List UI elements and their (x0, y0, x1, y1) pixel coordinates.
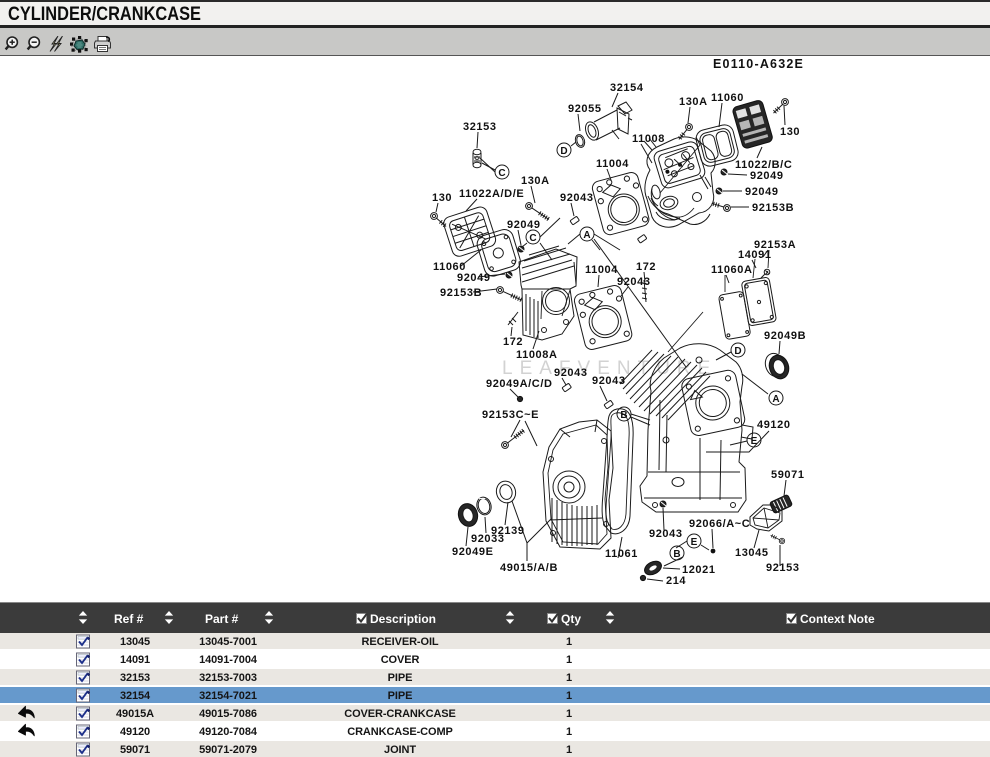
svg-text:130A: 130A (521, 175, 550, 187)
svg-text:A: A (772, 394, 779, 405)
svg-text:92043: 92043 (554, 367, 588, 379)
svg-text:C: C (498, 168, 505, 179)
svg-text:92153B: 92153B (440, 287, 482, 299)
svg-text:11061: 11061 (605, 548, 638, 560)
svg-text:11060A: 11060A (711, 264, 753, 276)
svg-text:92043: 92043 (617, 276, 651, 288)
svg-text:11060: 11060 (711, 92, 744, 104)
svg-text:172: 172 (503, 336, 523, 348)
svg-text:130A: 130A (679, 96, 708, 108)
svg-text:49120: 49120 (757, 419, 791, 431)
svg-text:B: B (620, 410, 627, 421)
svg-text:32153: 32153 (463, 121, 497, 133)
svg-text:D: D (560, 146, 567, 157)
svg-text:11008: 11008 (632, 133, 665, 145)
svg-text:49015/A/B: 49015/A/B (500, 562, 558, 574)
svg-text:32154: 32154 (610, 82, 644, 94)
svg-text:92049: 92049 (457, 272, 491, 284)
svg-text:92153: 92153 (766, 562, 800, 574)
svg-text:C: C (529, 233, 536, 244)
svg-text:B: B (673, 549, 680, 560)
svg-text:92066/A~C: 92066/A~C (689, 518, 750, 530)
svg-text:E: E (691, 537, 698, 548)
svg-text:92043: 92043 (560, 192, 594, 204)
svg-text:92055: 92055 (568, 103, 602, 115)
svg-text:92049: 92049 (507, 219, 541, 231)
svg-text:14091: 14091 (738, 249, 772, 261)
svg-text:E0110-A632E: E0110-A632E (713, 57, 804, 71)
svg-text:92049B: 92049B (764, 330, 806, 342)
svg-text:92153C~E: 92153C~E (482, 409, 539, 421)
svg-text:92033: 92033 (471, 533, 505, 545)
svg-text:11022A/D/E: 11022A/D/E (459, 188, 524, 200)
svg-text:D: D (734, 346, 741, 357)
svg-text:11004: 11004 (596, 158, 629, 170)
svg-text:130: 130 (432, 192, 452, 204)
svg-text:92049A/C/D: 92049A/C/D (486, 378, 553, 390)
svg-text:130: 130 (780, 126, 800, 138)
svg-text:92049E: 92049E (452, 546, 494, 558)
svg-text:13045: 13045 (735, 547, 769, 559)
svg-text:92043: 92043 (592, 375, 626, 387)
svg-text:92153B: 92153B (752, 202, 794, 214)
svg-text:92049: 92049 (750, 170, 784, 182)
svg-text:172: 172 (636, 261, 656, 273)
svg-text:12021: 12021 (682, 564, 716, 576)
svg-text:11004: 11004 (585, 264, 618, 276)
svg-text:92043: 92043 (649, 528, 683, 540)
svg-text:59071: 59071 (771, 469, 805, 481)
svg-text:E: E (751, 436, 758, 447)
svg-text:11008A: 11008A (516, 349, 558, 361)
svg-text:214: 214 (666, 575, 686, 587)
svg-text:92049: 92049 (745, 186, 779, 198)
svg-text:A: A (583, 230, 590, 241)
